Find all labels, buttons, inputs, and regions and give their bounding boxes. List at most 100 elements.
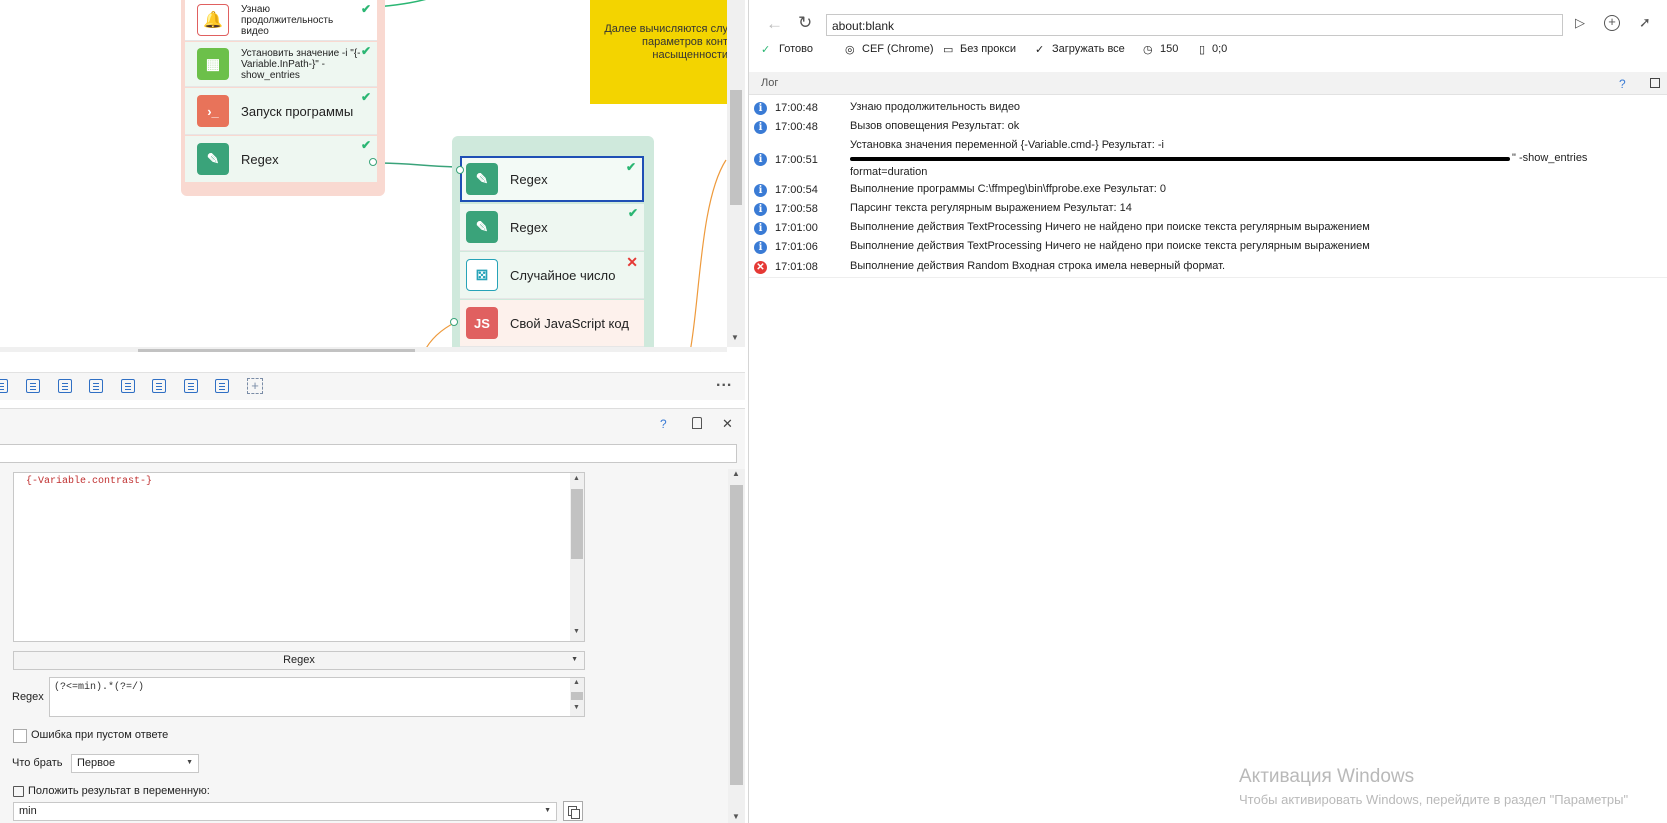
add-icon[interactable]: + [247, 378, 263, 394]
back-button[interactable]: ← [766, 14, 783, 34]
help-button[interactable]: ? [660, 417, 667, 431]
node-video-duration[interactable]: 🔔 Узнаю продолжительность видео ✔ [185, 0, 377, 41]
scroll-up-icon[interactable]: ▲ [732, 469, 740, 478]
info-icon: i [754, 153, 767, 166]
info-icon: i [754, 121, 767, 134]
status-load[interactable]: Загружать все [1052, 43, 1125, 55]
log-row[interactable]: i 17:00:58 Парсинг текста регулярным выр… [749, 202, 1667, 220]
log-time: 17:01:00 [775, 222, 818, 234]
scroll-down-icon[interactable]: ▼ [573, 704, 580, 711]
props-scrollbar[interactable]: ▲ ▼ [728, 469, 745, 823]
scroll-thumb[interactable] [730, 485, 743, 785]
activation-watermark-subtitle: Чтобы активировать Windows, перейдите в … [1239, 792, 1629, 807]
node-run-program[interactable]: ›_ Запуск программы ✔ [185, 88, 377, 135]
note-sticker[interactable]: Далее вычисляются слу параметров конт на… [590, 0, 730, 104]
check-circle-icon: ✓ [761, 44, 771, 56]
scroll-thumb[interactable] [571, 692, 583, 700]
log-time: 17:00:58 [775, 203, 818, 215]
reload-button[interactable]: ↻ [798, 13, 812, 33]
input-port[interactable] [456, 166, 464, 174]
log-message: Выполнение действия TextProcessing Ничег… [850, 240, 1370, 252]
list-icon[interactable] [121, 379, 135, 393]
output-port[interactable] [369, 158, 377, 166]
help-button[interactable]: ? [1619, 77, 1626, 91]
status-engine[interactable]: CEF (Chrome) [862, 43, 934, 55]
log-message: Выполнение действия Random Входная строк… [850, 260, 1226, 272]
regex-input[interactable]: (?<=min).*(?=/) ▲ ▼ [49, 677, 585, 717]
check-circle-icon: ✓ [1035, 44, 1045, 56]
redacted-bar [850, 157, 1510, 161]
node-regex-selected[interactable]: ✎ Regex ✔ [460, 156, 644, 202]
variable-select[interactable]: min ▼ [13, 802, 557, 821]
chevron-down-icon: ▼ [186, 759, 193, 766]
list-icon[interactable] [89, 379, 103, 393]
status-proxy[interactable]: Без прокси [960, 43, 1016, 55]
scroll-thumb[interactable] [571, 489, 583, 559]
input-port[interactable] [450, 318, 458, 326]
play-icon[interactable]: ▷ [1575, 15, 1585, 31]
close-button[interactable]: ✕ [722, 416, 733, 432]
take-select[interactable]: Первое ▼ [71, 754, 199, 773]
scroll-thumb[interactable] [138, 349, 415, 352]
grid-icon: ▦ [197, 48, 229, 80]
canvas-vscrollbar[interactable]: ▼ [727, 0, 745, 347]
node-javascript[interactable]: JS Свой JavaScript код [460, 300, 644, 347]
maximize-icon[interactable] [1650, 78, 1660, 88]
node-random-number[interactable]: ⚄ Случайное число ✕ [460, 252, 644, 299]
scroll-up-icon[interactable]: ▲ [573, 475, 580, 482]
cursor-icon[interactable]: ➚ [1639, 14, 1651, 31]
text-input-area[interactable]: {-Variable.contrast-} ▲ ▼ [13, 472, 585, 642]
canvas-hscrollbar[interactable]: ▶ [0, 347, 727, 352]
search-field[interactable] [0, 444, 737, 463]
log-row[interactable]: i 17:01:06 Выполнение действия TextProce… [749, 240, 1667, 258]
regex-scrollbar[interactable]: ▲ ▼ [570, 678, 584, 716]
action-group-2[interactable]: ✎ Regex ✔ ✎ Regex ✔ ⚄ Случайное число ✕ … [450, 136, 654, 352]
scroll-up-icon[interactable]: ▲ [573, 679, 580, 686]
log-time: 17:01:06 [775, 241, 818, 253]
project-canvas[interactable]: Далее вычисляются слу параметров конт на… [0, 0, 745, 352]
chrome-icon: ◎ [845, 44, 855, 56]
add-circle-icon[interactable]: + [1604, 15, 1620, 31]
copy-icon[interactable] [563, 801, 583, 821]
list-icon[interactable] [58, 379, 72, 393]
log-row[interactable]: i 17:00:48 Узнаю продолжительность видео [749, 101, 1667, 119]
list-icon[interactable] [152, 379, 166, 393]
status-timeout[interactable]: 150 [1160, 43, 1178, 55]
scroll-thumb[interactable] [730, 90, 742, 205]
log-row[interactable]: i 17:01:00 Выполнение действия TextProce… [749, 221, 1667, 239]
node-regex-2[interactable]: ✎ Regex ✔ [460, 204, 644, 251]
node-label: Узнаю продолжительность видео [241, 3, 334, 37]
error-icon: ✕ [626, 254, 638, 270]
terminal-icon: ›_ [197, 95, 229, 127]
javascript-icon: JS [466, 307, 498, 339]
scroll-down-icon[interactable]: ▼ [732, 812, 740, 821]
processing-type-select[interactable]: Regex ▼ [13, 651, 585, 670]
node-label: Regex [510, 219, 548, 235]
text-scrollbar[interactable]: ▲ ▼ [570, 473, 584, 641]
log-message: Выполнение действия TextProcessing Ничег… [850, 221, 1370, 233]
status-bar: ✓ Готово ◎ CEF (Chrome) ▭ Без прокси ✓ З… [749, 40, 1667, 62]
more-button[interactable]: ... [716, 373, 732, 391]
scroll-down-icon[interactable]: ▼ [731, 333, 739, 342]
log-row[interactable]: i 17:00:51 Установка значения переменной… [749, 139, 1667, 181]
list-icon[interactable] [184, 379, 198, 393]
bell-icon: 🔔 [197, 4, 229, 36]
error-on-empty-checkbox[interactable] [13, 729, 27, 743]
check-icon: ✔ [360, 2, 371, 16]
check-icon: ✔ [360, 90, 371, 104]
scroll-right-icon[interactable]: ▶ [710, 350, 716, 352]
list-icon[interactable] [26, 379, 40, 393]
pin-icon[interactable] [692, 417, 702, 429]
address-bar[interactable]: about:blank [826, 14, 1563, 36]
log-message: Узнаю продолжительность видео [850, 101, 1021, 113]
log-row[interactable]: i 17:00:48 Вызов оповещения Результат: o… [749, 120, 1667, 138]
action-group-1[interactable]: 🔔 Узнаю продолжительность видео ✔ ▦ Уста… [181, 0, 385, 196]
status-ready: Готово [779, 43, 813, 55]
scroll-down-icon[interactable]: ▼ [573, 628, 580, 635]
list-icon[interactable] [215, 379, 229, 393]
log-row[interactable]: i 17:00:54 Выполнение программы C:\ffmpe… [749, 183, 1667, 201]
node-regex[interactable]: ✎ Regex ✔ [185, 136, 377, 182]
list-icon[interactable] [0, 379, 8, 393]
log-row[interactable]: ✕ 17:01:08 Выполнение действия Random Вх… [749, 260, 1667, 278]
node-set-value[interactable]: ▦ Установить значение -i "{-Variable.InP… [185, 42, 377, 87]
